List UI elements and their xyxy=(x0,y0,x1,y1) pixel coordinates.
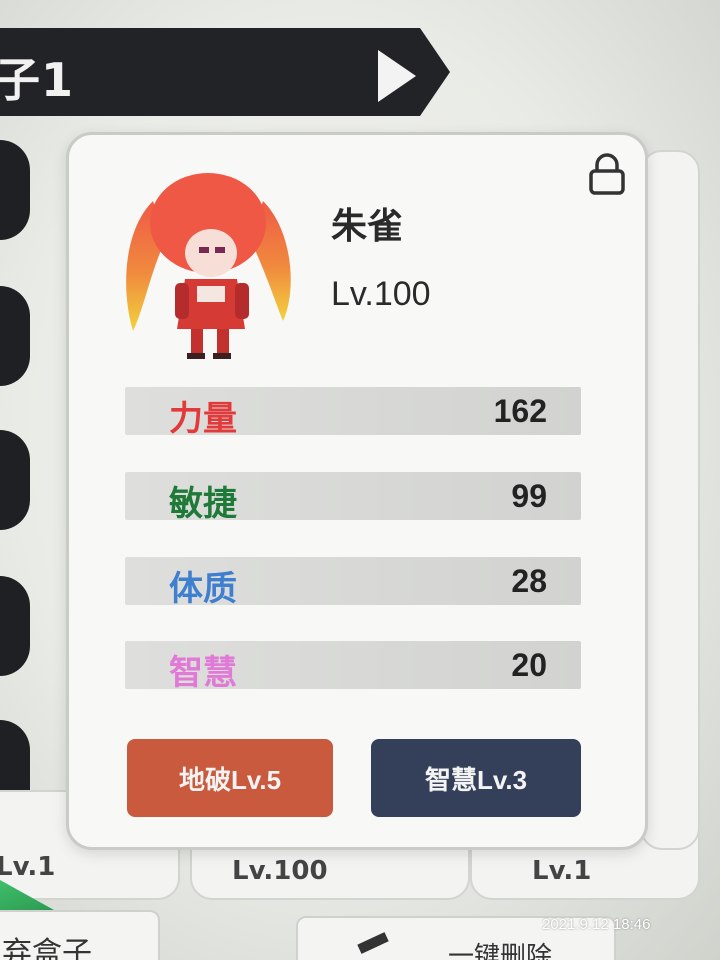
background-card-level: Lv.1 xyxy=(532,856,592,886)
stat-value: 99 xyxy=(511,478,547,514)
character-detail-card: 朱雀 Lv.100 力量 162 敏捷 99 体质 28 智慧 20 地破Lv.… xyxy=(66,132,648,850)
slot-pill[interactable] xyxy=(0,286,30,386)
photo-timestamp: 2021.9.12 18:46 xyxy=(542,916,651,933)
skill-button-earth[interactable]: 地破Lv.5 xyxy=(127,739,333,817)
stat-label: 智慧 xyxy=(169,653,237,693)
stat-row-agility: 敏捷 99 xyxy=(125,472,581,524)
lock-icon[interactable] xyxy=(587,153,627,195)
character-level: Lv.100 xyxy=(331,275,431,313)
stat-value: 20 xyxy=(511,647,547,683)
next-arrow-icon[interactable] xyxy=(378,50,416,102)
character-avatar xyxy=(126,173,291,359)
stat-row-constitution: 体质 28 xyxy=(125,557,581,609)
delete-all-label: 一键删除 xyxy=(448,942,553,960)
character-name: 朱雀 xyxy=(331,206,404,247)
background-card-level: Lv.1 xyxy=(0,852,56,882)
stat-label: 力量 xyxy=(169,399,237,439)
eraser-icon xyxy=(357,932,389,954)
stat-label: 敏捷 xyxy=(169,484,237,524)
box-title: 子1 xyxy=(0,53,75,107)
background-card-level: Lv.100 xyxy=(232,856,328,886)
stat-value: 28 xyxy=(511,563,547,599)
slot-pill[interactable] xyxy=(0,576,30,676)
stat-row-strength: 力量 162 xyxy=(125,387,581,439)
background-card[interactable] xyxy=(640,150,700,850)
slot-pill[interactable] xyxy=(0,140,30,240)
discard-box-button[interactable]: 弃盒子 xyxy=(0,910,160,960)
discard-box-label: 弃盒子 xyxy=(2,936,92,960)
stat-row-wisdom: 智慧 20 xyxy=(125,641,581,693)
skill-button-wisdom[interactable]: 智慧Lv.3 xyxy=(371,739,581,817)
stat-label: 体质 xyxy=(169,569,237,609)
stat-value: 162 xyxy=(493,393,547,429)
slot-pill[interactable] xyxy=(0,430,30,530)
